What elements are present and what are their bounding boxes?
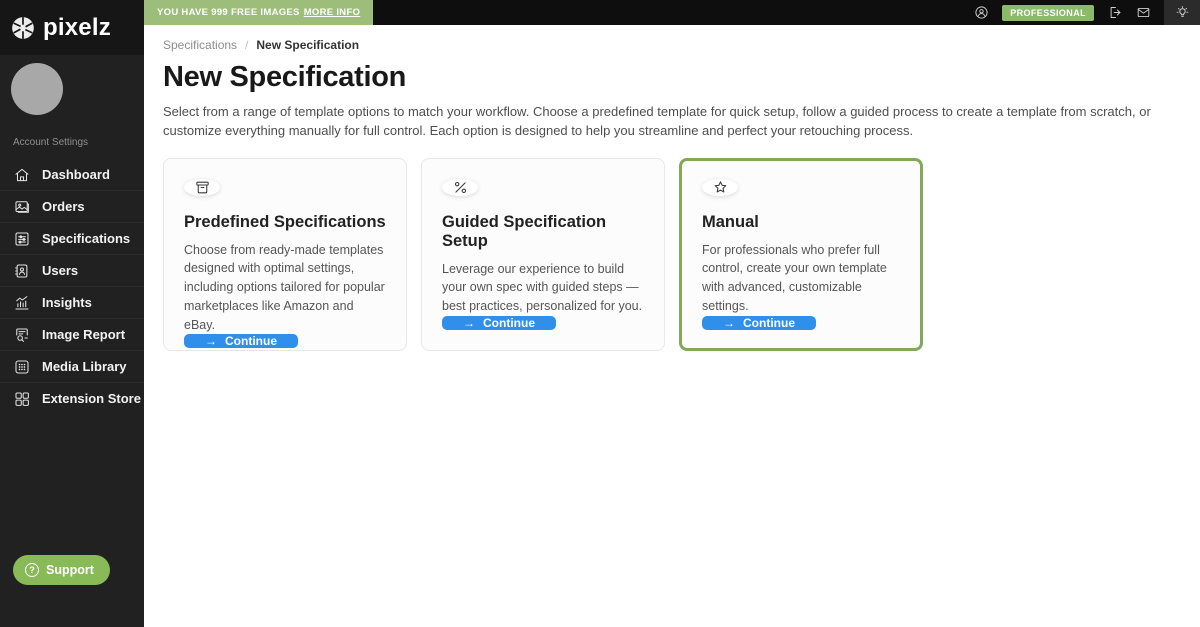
card-body: Leverage our experience to build your ow… xyxy=(442,261,643,314)
home-icon xyxy=(15,168,29,181)
sidebar: pixelz Account Settings Dashboard Orders xyxy=(0,0,144,627)
mail-icon[interactable] xyxy=(1136,5,1151,20)
sidebar-item-label: Dashboard xyxy=(42,167,110,182)
card-title: Predefined Specifications xyxy=(184,212,386,231)
sidebar-nav: Dashboard Orders Specifications Users In… xyxy=(0,158,144,414)
card-body: For professionals who prefer full contro… xyxy=(702,242,887,313)
card-body: Choose from ready-made templates designe… xyxy=(184,242,385,332)
sidebar-item-label: Specifications xyxy=(42,231,131,246)
arrow-right-icon: → xyxy=(463,315,475,330)
continue-button-manual[interactable]: → Continue xyxy=(702,315,816,330)
extensions-icon xyxy=(15,391,29,406)
continue-button-guided[interactable]: → Continue xyxy=(442,315,556,330)
page-description: Select from a range of template options … xyxy=(163,104,1151,138)
sidebar-item-label: Insights xyxy=(42,295,92,310)
plan-badge: PROFESSIONAL xyxy=(1002,4,1094,21)
logout-icon[interactable] xyxy=(1108,5,1123,20)
star-icon xyxy=(702,178,738,196)
topbar-right: PROFESSIONAL xyxy=(974,0,1200,25)
media-grid-icon xyxy=(15,359,29,374)
page-title: New Specification xyxy=(163,61,407,93)
card-title: Manual xyxy=(702,212,759,231)
brand-name: pixelz xyxy=(43,13,111,41)
more-info-link[interactable]: MORE INFO xyxy=(304,7,361,18)
sidebar-item-label: Media Library xyxy=(42,359,127,374)
report-icon xyxy=(16,327,28,342)
sidebar-item-media-library[interactable]: Media Library xyxy=(0,350,144,382)
sliders-icon xyxy=(15,231,29,246)
guided-steps-icon xyxy=(442,178,478,196)
aperture-logo-icon xyxy=(12,16,34,39)
brand-logo[interactable]: pixelz xyxy=(0,0,144,55)
card-predefined-specifications[interactable]: Predefined Specifications Choose from re… xyxy=(163,157,407,351)
sidebar-item-users[interactable]: Users xyxy=(0,254,144,286)
sidebar-item-label: Users xyxy=(42,263,79,278)
continue-label: Continue xyxy=(225,334,277,349)
lightbulb-icon[interactable] xyxy=(1164,0,1200,25)
sidebar-item-dashboard[interactable]: Dashboard xyxy=(0,158,144,190)
sidebar-item-label: Image Report xyxy=(42,327,126,342)
main-content: Specifications / New Specification New S… xyxy=(144,25,1200,627)
image-icon xyxy=(15,200,29,213)
sidebar-item-insights[interactable]: Insights xyxy=(0,286,144,318)
avatar[interactable] xyxy=(11,63,63,115)
archive-box-icon xyxy=(184,178,220,196)
breadcrumb-current: New Specification xyxy=(256,38,360,52)
support-button[interactable]: ? Support xyxy=(13,555,110,585)
continue-label: Continue xyxy=(483,315,535,330)
sidebar-item-label: Orders xyxy=(42,199,85,214)
arrow-right-icon: → xyxy=(205,334,217,349)
question-icon: ? xyxy=(25,563,39,577)
sidebar-section-label: Account Settings xyxy=(13,137,89,148)
continue-button-predefined[interactable]: → Continue xyxy=(184,334,298,349)
support-label: Support xyxy=(46,563,94,577)
chart-icon xyxy=(15,295,29,310)
breadcrumb: Specifications / New Specification xyxy=(163,38,1179,52)
sidebar-item-specifications[interactable]: Specifications xyxy=(0,222,144,254)
continue-label: Continue xyxy=(743,315,795,330)
card-title: Guided Specification Setup xyxy=(442,212,607,250)
breadcrumb-specifications[interactable]: Specifications xyxy=(163,38,237,52)
users-icon xyxy=(15,263,28,278)
sidebar-item-orders[interactable]: Orders xyxy=(0,190,144,222)
sidebar-item-extension-store[interactable]: Extension Store xyxy=(0,382,144,414)
free-images-text: YOU HAVE 999 FREE IMAGES xyxy=(157,7,300,18)
sidebar-item-label: Extension Store xyxy=(42,391,141,406)
topbar: YOU HAVE 999 FREE IMAGES MORE INFO PROFE… xyxy=(144,0,1200,25)
sidebar-item-image-report[interactable]: Image Report xyxy=(0,318,144,350)
arrow-right-icon: → xyxy=(723,315,735,330)
card-manual[interactable]: Manual For professionals who prefer full… xyxy=(679,157,923,351)
account-icon[interactable] xyxy=(974,5,989,20)
card-guided-specification-setup[interactable]: Guided Specification Setup Leverage our … xyxy=(421,157,665,351)
free-images-badge: YOU HAVE 999 FREE IMAGES MORE INFO xyxy=(144,0,374,25)
template-options: Predefined Specifications Choose from re… xyxy=(163,157,1179,351)
breadcrumb-separator: / xyxy=(245,38,249,52)
